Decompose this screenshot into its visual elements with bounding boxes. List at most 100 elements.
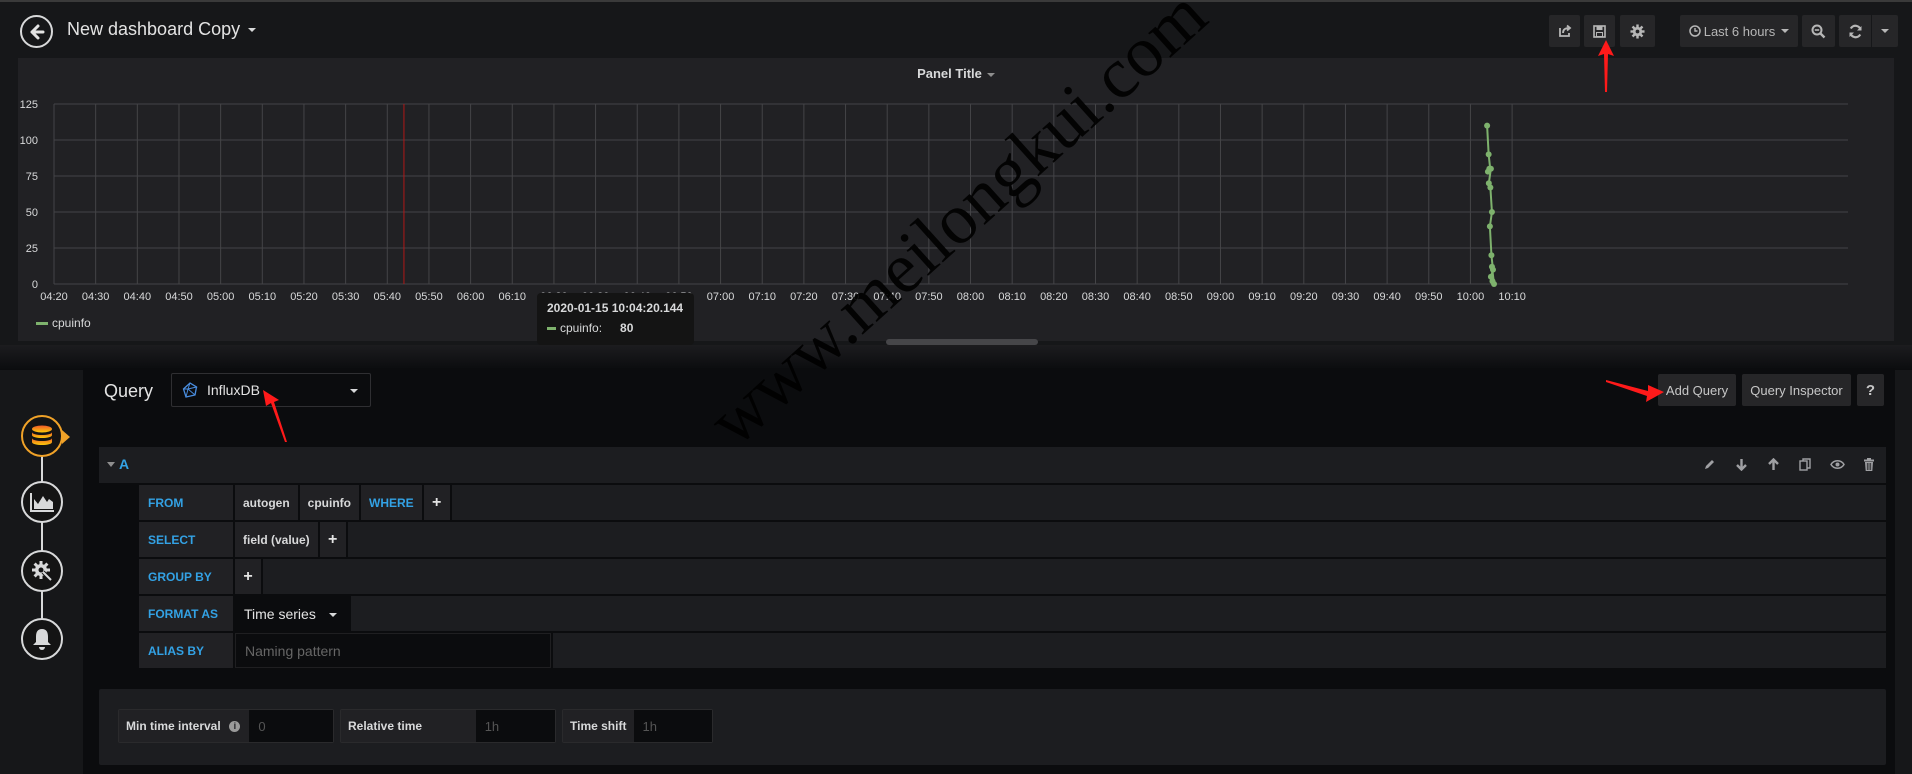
add-select-button[interactable]: + [319,522,346,557]
x-tick-label: 04:40 [124,291,152,303]
graph-tooltip: 2020-01-15 10:04:20.144 cpuinfo: 80 [537,293,694,345]
x-tick-label: 08:20 [1040,291,1068,303]
eye-icon [1829,459,1845,469]
x-tick-label: 08:30 [1082,291,1110,303]
select-row: SELECT field (value) + [139,521,1886,558]
refresh-button[interactable] [1839,15,1871,47]
clock-icon [1688,25,1701,37]
data-point [1488,209,1495,215]
format-as-select[interactable]: Time series [235,596,349,631]
x-tick-label: 07:30 [832,291,860,303]
area-chart-icon [30,493,54,512]
settings-button[interactable] [1620,15,1655,47]
tooltip-series: cpuinfo: [560,321,603,335]
alias-by-row: ALIAS BY Naming pattern [139,632,1886,669]
share-button[interactable] [1549,15,1580,47]
x-tick-label: 05:50 [415,291,443,303]
move-up-button[interactable] [1764,455,1782,473]
alias-by-input[interactable]: Naming pattern [235,633,551,668]
zoom-out-icon [1811,24,1826,38]
retention-policy-segment[interactable]: autogen [235,485,298,520]
x-tick-label: 05:40 [374,291,402,303]
collapse-caret-icon[interactable] [107,462,115,467]
datasource-name: InfluxDB [207,382,260,398]
alias-by-label: ALIAS BY [139,633,233,668]
nav-queries[interactable] [21,415,70,457]
x-tick-label: 05:30 [332,291,360,303]
datasource-picker[interactable]: InfluxDB [171,373,371,407]
tooltip-value: 80 [620,321,634,335]
time-series-chart[interactable]: 0255075100125 04:20 04:30 04:40 04:50 05:00 0… [18,58,1894,308]
chevron-down-icon [1881,29,1889,33]
chevron-down-icon [350,389,358,393]
back-button[interactable] [20,15,53,48]
arrow-down-icon [1735,458,1747,471]
relative-time-field: Relative time 1h [340,709,556,743]
y-tick-label: 25 [26,243,38,255]
select-label: SELECT [139,522,233,557]
where-keyword: WHERE [361,485,422,520]
row-filler [553,633,1886,668]
min-time-interval-input[interactable]: 0 [249,710,333,742]
field-segment[interactable]: field (value) [235,522,318,557]
save-icon [1593,24,1606,38]
x-tick-label: 07:40 [873,291,901,303]
data-point [1485,151,1492,158]
x-tick-label: 07:10 [748,291,776,303]
move-down-button[interactable] [1732,455,1750,473]
help-button[interactable]: ? [1857,374,1884,406]
y-tick-label: 0 [32,279,38,291]
x-tick-label: 07:50 [915,291,943,303]
row-filler [351,596,1886,631]
refresh-interval-dropdown[interactable] [1872,15,1898,47]
add-query-button[interactable]: Add Query [1658,374,1736,406]
y-tick-label: 100 [20,135,38,147]
influx-query-builder: FROM autogen cpuinfo WHERE + SELECT fiel… [139,484,1886,669]
nav-general-settings[interactable] [21,550,63,592]
remove-query-button[interactable] [1860,455,1878,473]
trash-icon [1864,457,1874,471]
info-icon[interactable]: i [229,720,241,732]
legend-item-cpuinfo[interactable]: cpuinfo [36,316,91,330]
back-arrow-icon [30,24,44,39]
add-where-button[interactable]: + [423,485,450,520]
gear-icon [1630,23,1645,39]
database-icon [32,425,52,445]
add-group-by-button[interactable]: + [235,559,261,594]
data-point [1488,252,1495,259]
nav-alert[interactable] [21,618,63,660]
y-tick-label: 75 [26,171,38,183]
relative-time-label: Relative time [341,710,476,742]
edit-query-button[interactable] [1700,455,1718,473]
x-tick-label: 05:00 [207,291,235,303]
x-tick-label: 09:30 [1332,291,1360,303]
legend-swatch [36,321,48,325]
chevron-down-icon [329,613,337,617]
query-ref-id: A [119,456,130,472]
time-picker-button[interactable]: Last 6 hours [1680,15,1798,47]
tooltip-time: 2020-01-15 10:04:20.144 [547,301,684,315]
x-tick-label: 05:20 [290,291,318,303]
zoom-out-button[interactable] [1802,15,1835,47]
x-tick-label: 08:10 [998,291,1026,303]
series-cpuinfo [1484,122,1498,287]
query-inspector-label: Query Inspector [1750,382,1843,398]
format-as-row: FORMAT AS Time series [139,595,1886,632]
query-inspector-button[interactable]: Query Inspector [1742,374,1851,406]
series-line [1486,125,1496,285]
share-icon [1558,24,1571,37]
time-shift-input[interactable]: 1h [633,710,712,742]
chevron-down-icon [248,28,257,33]
dashboard-title[interactable]: New dashboard Copy [67,19,257,40]
editor-shade [0,345,1912,370]
relative-time-input[interactable]: 1h [475,710,555,742]
dashboard-title-text: New dashboard Copy [67,19,241,39]
chart-grid [53,103,1848,285]
help-label: ? [1865,381,1876,399]
duplicate-query-button[interactable] [1796,455,1814,473]
measurement-segment[interactable]: cpuinfo [299,485,359,520]
toggle-visibility-button[interactable] [1828,455,1846,473]
query-row-header[interactable]: A [99,447,1886,483]
save-dashboard-button[interactable] [1584,15,1615,47]
nav-visualization[interactable] [21,481,63,523]
